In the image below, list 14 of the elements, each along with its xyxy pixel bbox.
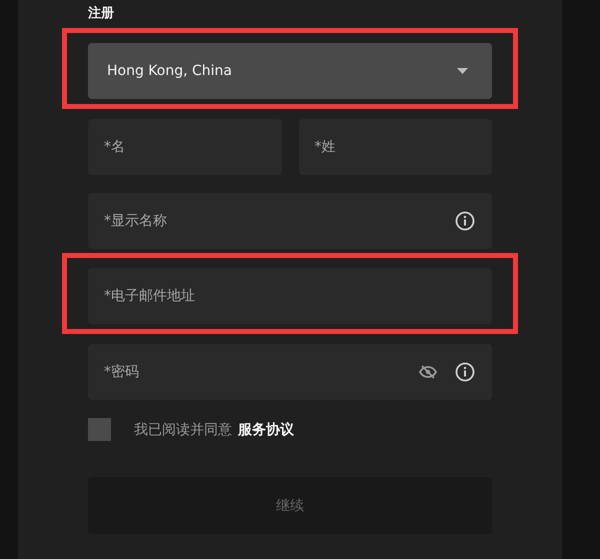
info-icon[interactable]: [455, 211, 475, 231]
caret-icon: [457, 68, 468, 74]
terms-link[interactable]: 服务协议: [238, 420, 294, 438]
info-icon[interactable]: [455, 362, 475, 382]
name-field[interactable]: *名: [88, 119, 282, 175]
input-field[interactable]: *密码: [88, 344, 492, 400]
region-dropdown[interactable]: Hong Kong, China: [88, 43, 492, 99]
input-field[interactable]: *电子邮件地址: [88, 268, 492, 324]
hidden-eye-icon[interactable]: [419, 365, 437, 379]
name-field[interactable]: *姓: [298, 119, 492, 175]
agree-checkbox[interactable]: [88, 418, 111, 441]
input-field[interactable]: *显示名称: [88, 193, 492, 249]
agree-label: 我已阅读并同意: [134, 420, 232, 438]
form-title: 注册: [88, 5, 115, 23]
